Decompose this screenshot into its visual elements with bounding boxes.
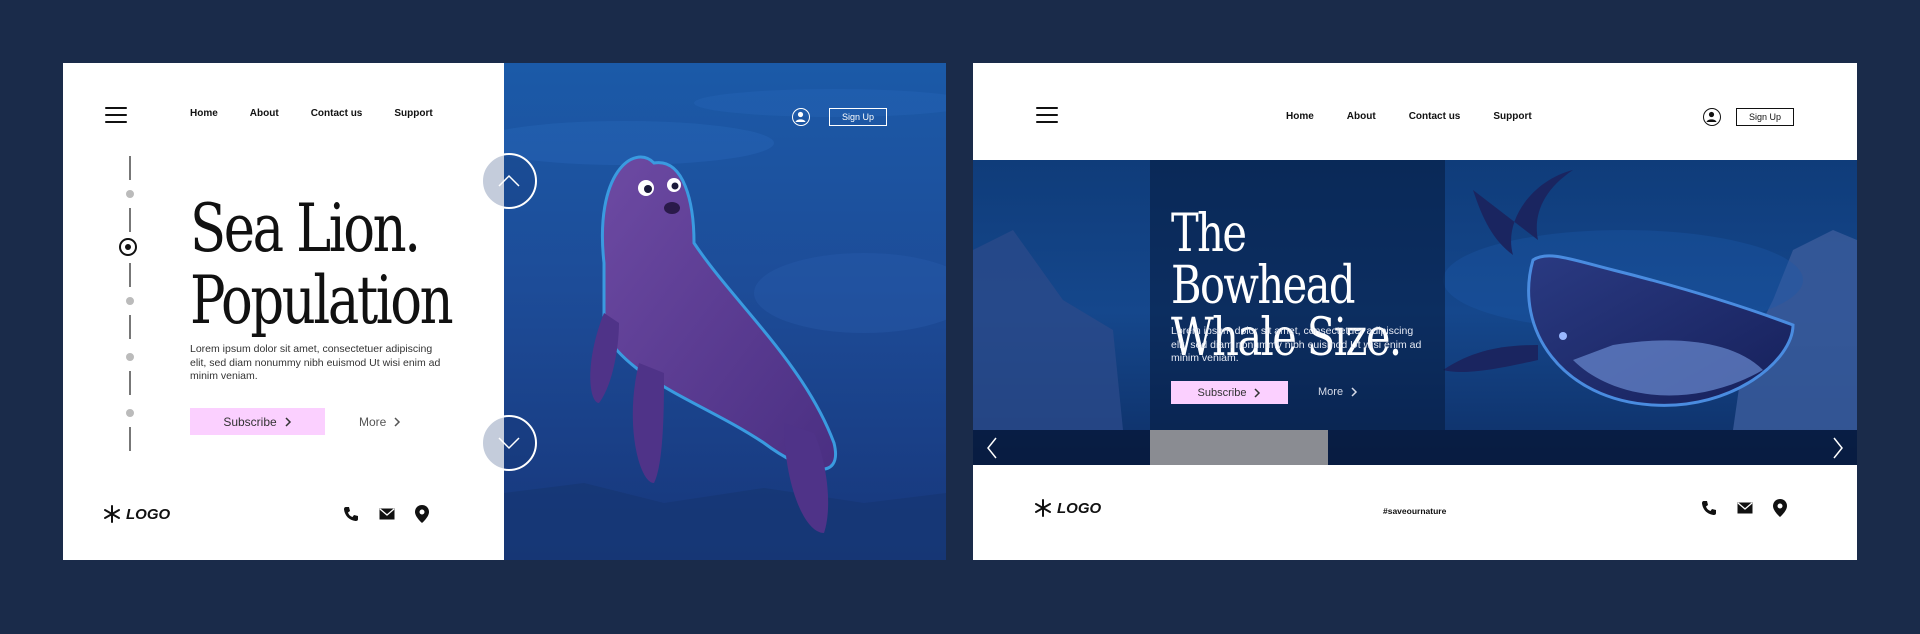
- page-title: Sea Lion. Population: [190, 193, 462, 337]
- stepper-line: [129, 427, 131, 451]
- chevron-right-icon: [285, 416, 291, 427]
- sea-lion-hero-image: Sign Up: [504, 63, 946, 560]
- next-slide-button[interactable]: [1819, 430, 1857, 465]
- chevron-right-icon: [394, 417, 401, 427]
- nav-support[interactable]: Support: [394, 108, 432, 119]
- location-icon[interactable]: [415, 505, 429, 523]
- sign-up-button[interactable]: Sign Up: [829, 108, 887, 126]
- sea-lion-landing-panel: Home About Contact us Support Sea Lion. …: [63, 63, 946, 560]
- underwater-seal-illustration: [504, 89, 946, 560]
- chevron-right-icon: [1254, 387, 1261, 398]
- contact-icons: [1701, 499, 1787, 517]
- stepper-dot-active[interactable]: [119, 238, 137, 256]
- logo[interactable]: LOGO: [1034, 499, 1101, 517]
- main-nav: Home About Contact us Support: [190, 108, 465, 119]
- slider-thumb[interactable]: [1150, 430, 1328, 465]
- phone-icon[interactable]: [1701, 500, 1717, 516]
- stepper-dot[interactable]: [126, 190, 134, 198]
- subscribe-button[interactable]: Subscribe: [1171, 381, 1288, 404]
- stepper-dot[interactable]: [126, 297, 134, 305]
- chevron-down-icon: [498, 437, 520, 450]
- sign-up-label: Sign Up: [1748, 112, 1782, 122]
- more-label: More: [1318, 386, 1344, 398]
- mail-icon[interactable]: [379, 508, 395, 520]
- stepper-line: [129, 156, 131, 180]
- chevron-left-icon: [987, 437, 997, 458]
- more-link[interactable]: More: [1318, 386, 1358, 398]
- page-description: Lorem ipsum dolor sit amet, consectetuer…: [1171, 325, 1422, 364]
- prev-slide-button[interactable]: [973, 430, 1011, 465]
- nav-about[interactable]: About: [1347, 111, 1376, 122]
- chevron-right-icon: [1351, 387, 1358, 397]
- stepper-dot[interactable]: [126, 353, 134, 361]
- next-slide-button[interactable]: [481, 415, 537, 471]
- stepper-line: [129, 315, 131, 339]
- stepper-line: [129, 371, 131, 395]
- subscribe-label: Subscribe: [1197, 386, 1247, 399]
- phone-icon[interactable]: [343, 506, 359, 522]
- logo-text: LOGO: [1057, 499, 1102, 517]
- logo[interactable]: LOGO: [103, 505, 170, 523]
- user-icon[interactable]: [792, 108, 810, 126]
- snowflake-icon: [1035, 499, 1051, 517]
- sign-up-button[interactable]: Sign Up: [1736, 108, 1794, 126]
- prev-slide-button[interactable]: [481, 153, 537, 209]
- user-icon[interactable]: [1703, 108, 1721, 126]
- stepper-line: [129, 263, 131, 287]
- bowhead-whale-landing-panel: Home About Contact us Support Sign Up Th…: [973, 63, 1857, 560]
- stepper-dot[interactable]: [126, 409, 134, 417]
- main-nav: Home About Contact us Support: [1286, 111, 1565, 122]
- nav-contact[interactable]: Contact us: [311, 108, 363, 119]
- title-line-1: The Bowhead: [1171, 204, 1355, 316]
- title-line-1: Sea Lion.: [190, 190, 421, 267]
- more-link[interactable]: More: [359, 415, 401, 429]
- snowflake-icon: [104, 505, 120, 523]
- menu-icon[interactable]: [105, 107, 127, 123]
- contact-icons: [343, 505, 429, 523]
- more-label: More: [359, 415, 387, 429]
- slider-track[interactable]: [973, 430, 1857, 465]
- chevron-right-icon: [1833, 437, 1843, 458]
- title-line-2: Population: [190, 262, 454, 339]
- hashtag: #saveournature: [1383, 506, 1447, 516]
- chevron-up-icon: [498, 174, 520, 187]
- logo-text: LOGO: [126, 505, 171, 523]
- nav-support[interactable]: Support: [1493, 111, 1531, 122]
- slide-stepper: [115, 156, 145, 466]
- nav-home[interactable]: Home: [1286, 111, 1314, 122]
- nav-contact[interactable]: Contact us: [1409, 111, 1461, 122]
- subscribe-button[interactable]: Subscribe: [190, 408, 325, 435]
- page-description: Lorem ipsum dolor sit amet, consectetuer…: [190, 343, 441, 382]
- nav-home[interactable]: Home: [190, 108, 218, 119]
- location-icon[interactable]: [1773, 499, 1787, 517]
- mail-icon[interactable]: [1737, 502, 1753, 514]
- menu-icon[interactable]: [1036, 107, 1058, 123]
- stepper-line: [129, 208, 131, 232]
- sign-up-label: Sign Up: [841, 112, 875, 122]
- subscribe-label: Subscribe: [223, 414, 277, 429]
- nav-about[interactable]: About: [250, 108, 279, 119]
